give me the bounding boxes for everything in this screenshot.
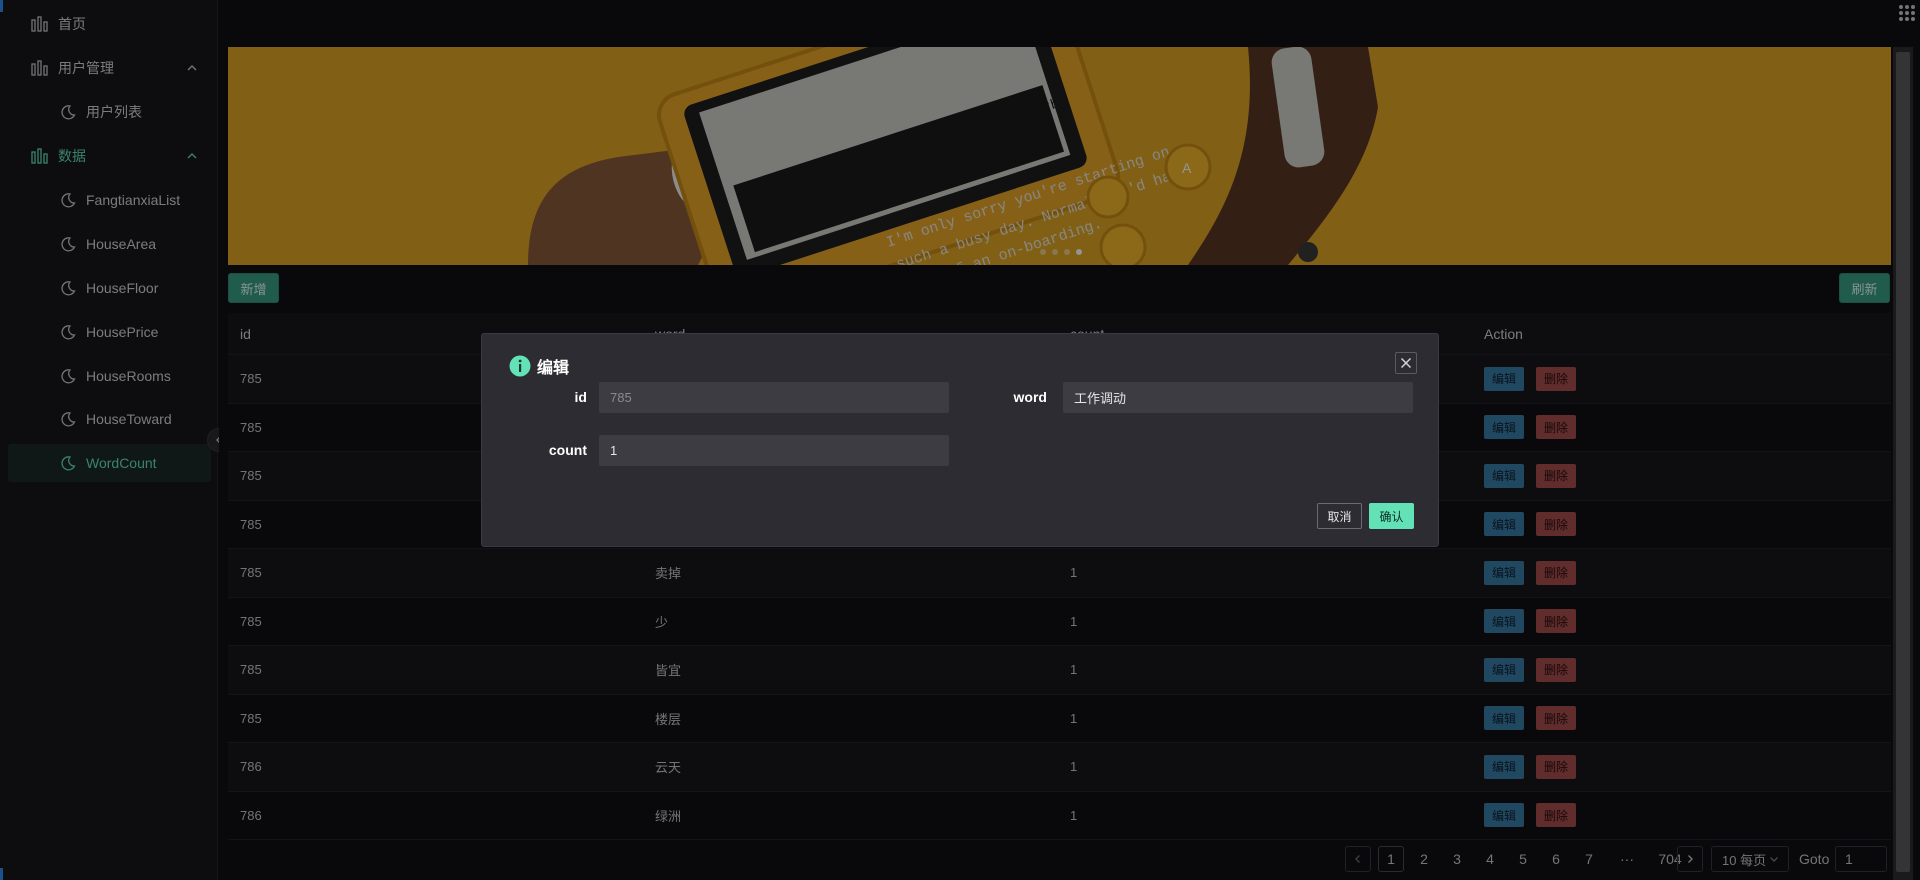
word-field-label: word — [1013, 389, 1047, 405]
count-field-label: count — [548, 442, 587, 458]
count-field[interactable]: 1 — [599, 435, 949, 466]
confirm-button[interactable]: 确认 — [1369, 503, 1414, 529]
modal-close-button[interactable] — [1395, 352, 1417, 374]
modal-title-text: 编辑 — [537, 360, 570, 377]
id-field[interactable]: 785 — [599, 382, 949, 413]
info-icon — [509, 355, 531, 377]
cancel-button[interactable]: 取消 — [1317, 503, 1362, 529]
word-field[interactable]: 工作调动 — [1063, 382, 1413, 413]
modal-title: 编辑 — [509, 354, 569, 378]
id-field-label: id — [574, 389, 587, 405]
close-icon — [1400, 357, 1412, 369]
edit-modal: 编辑 id 785 word 工作调动 count 1 取消 确认 — [481, 333, 1439, 547]
